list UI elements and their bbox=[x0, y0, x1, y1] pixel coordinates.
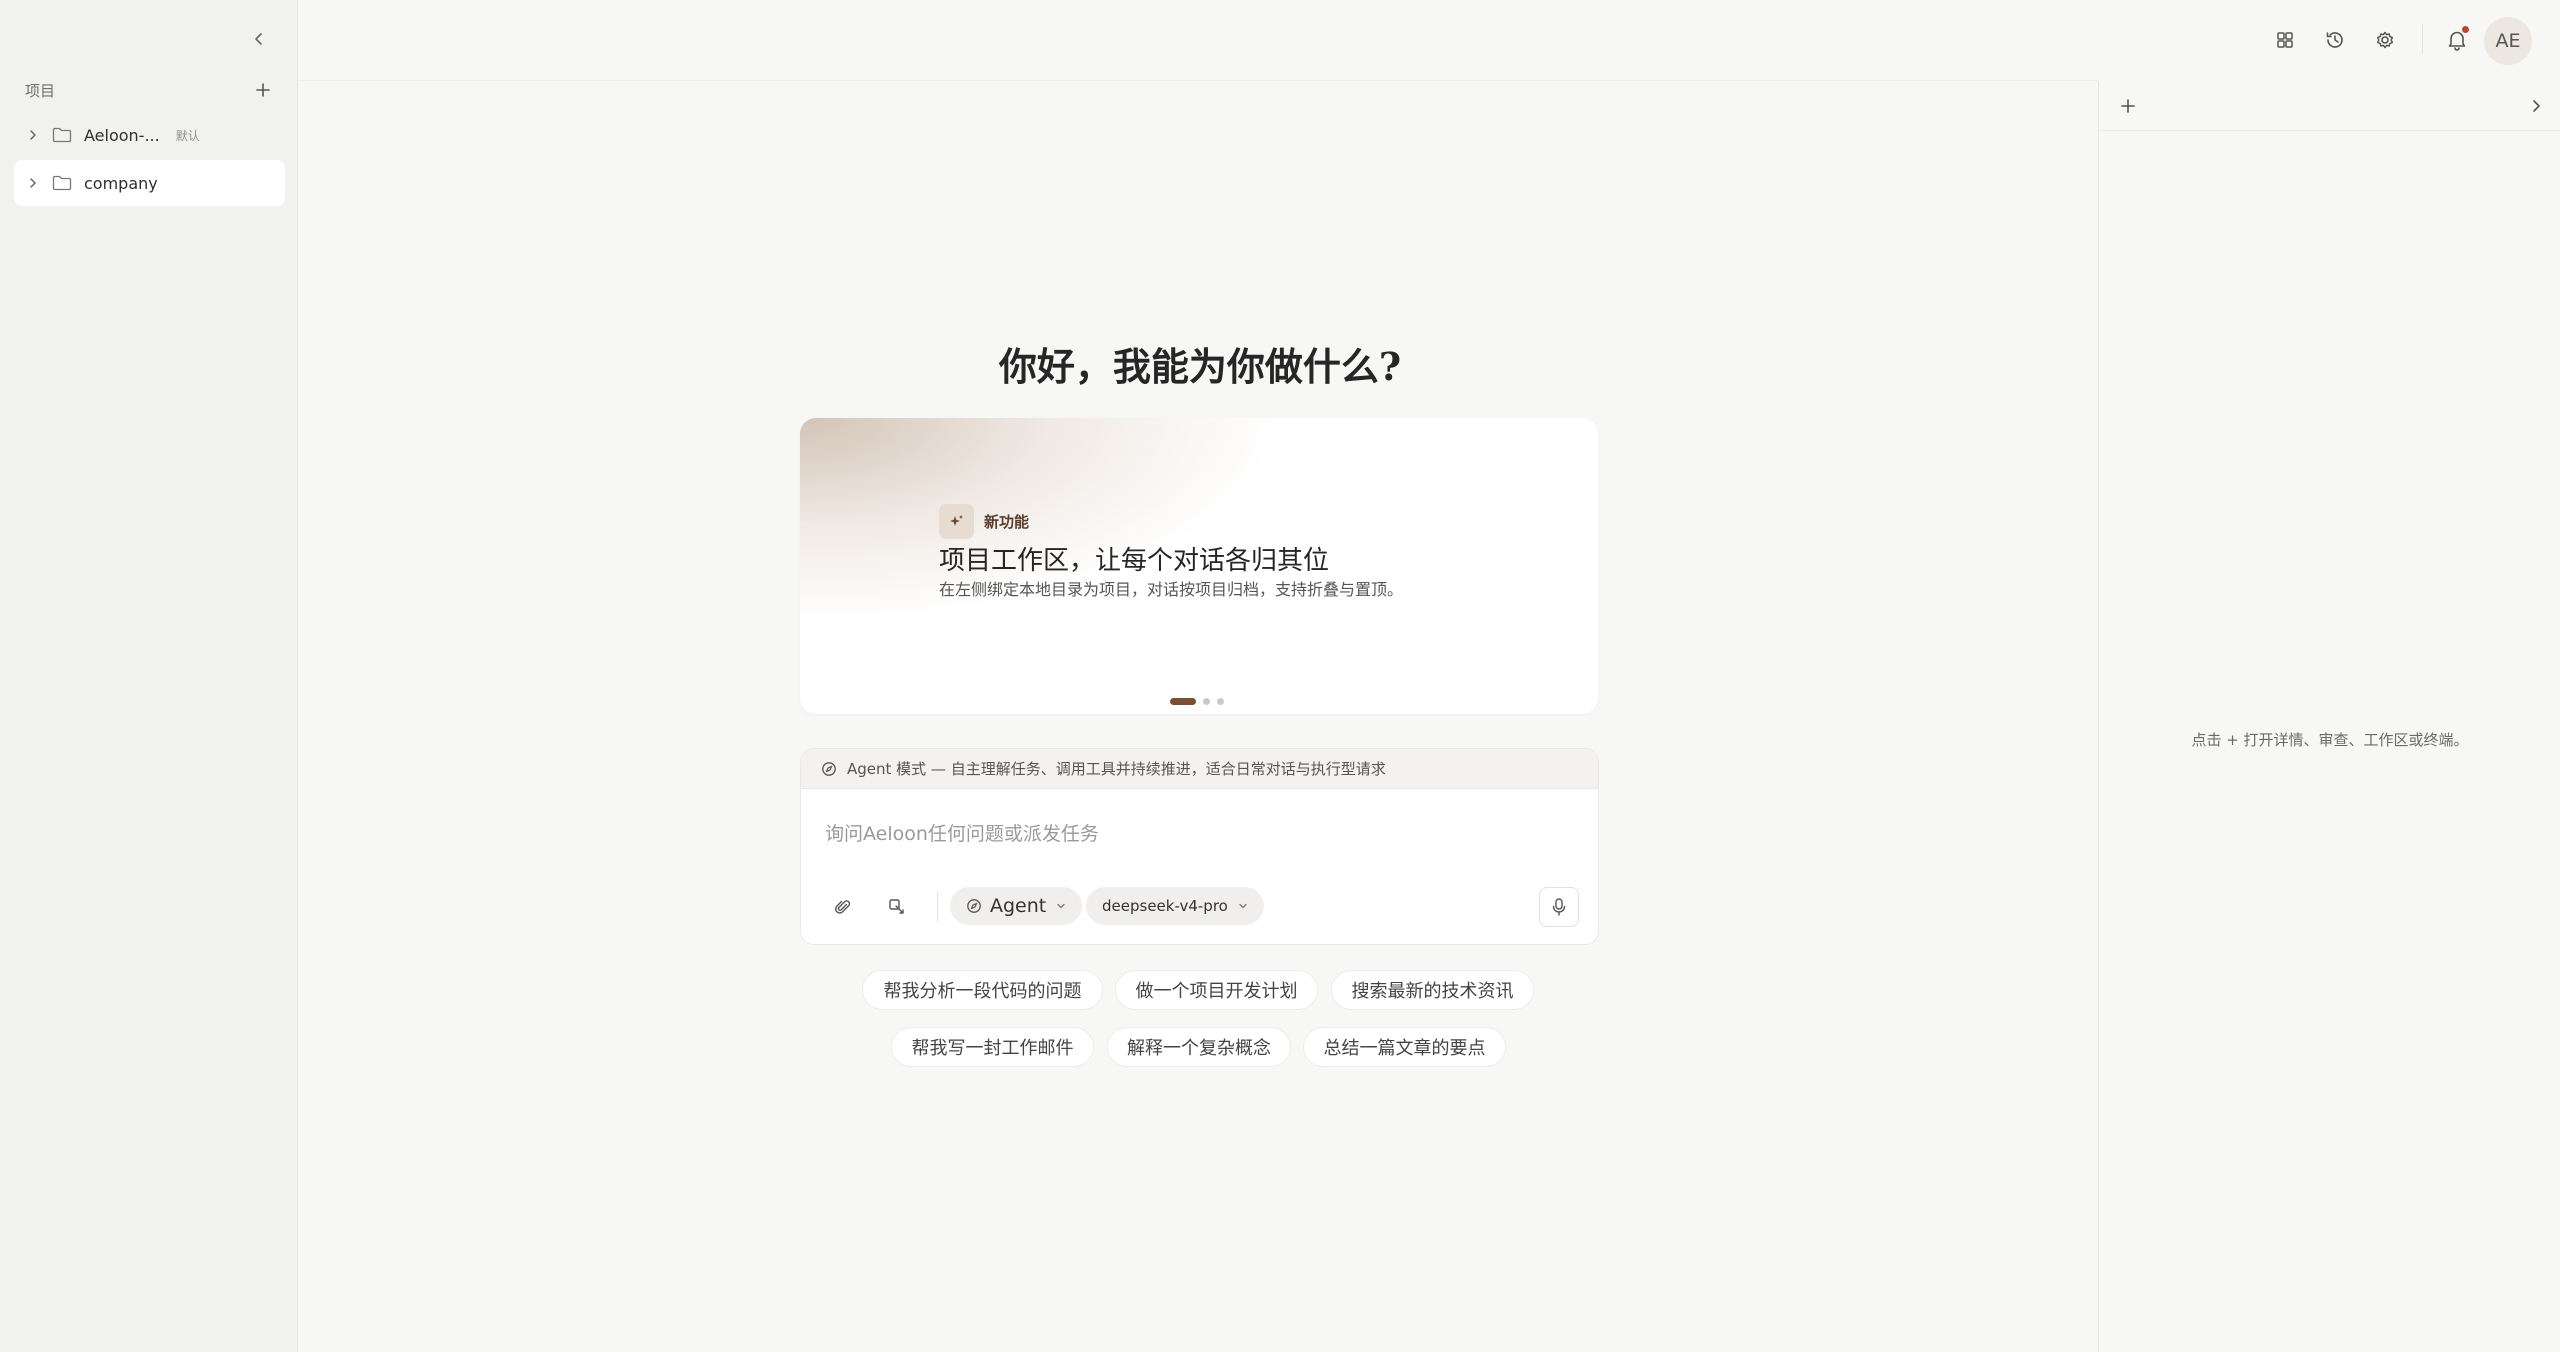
sparkle-icon bbox=[939, 504, 974, 539]
badge-label: 新功能 bbox=[984, 513, 1030, 531]
plus-icon bbox=[256, 83, 270, 97]
chat-composer: Agent 模式 — 自主理解任务、调用工具并持续推进，适合日常对话与执行型请求… bbox=[800, 748, 1599, 945]
suggestion-chip[interactable]: 帮我写一封工作邮件 bbox=[891, 1027, 1094, 1067]
mode-selector[interactable]: Agent bbox=[950, 887, 1083, 925]
settings-icon bbox=[2376, 31, 2394, 49]
chevron-right-icon bbox=[30, 130, 36, 140]
topbar-divider bbox=[299, 80, 2098, 81]
chevron-left-icon bbox=[255, 33, 262, 45]
chevron-down-icon bbox=[1239, 903, 1247, 909]
suggestion-chip[interactable]: 做一个项目开发计划 bbox=[1115, 970, 1318, 1010]
mode-hint-bar: Agent 模式 — 自主理解任务、调用工具并持续推进，适合日常对话与执行型请求 bbox=[801, 749, 1598, 789]
user-avatar[interactable]: AE bbox=[2484, 17, 2532, 65]
history-button[interactable] bbox=[2319, 24, 2351, 56]
toolbar-separator bbox=[937, 892, 938, 922]
banner-description: 在左侧绑定本地目录为项目，对话按项目归档，支持折叠与置顶。 bbox=[939, 580, 1404, 599]
add-project-button[interactable] bbox=[251, 78, 275, 102]
compass-icon bbox=[967, 899, 981, 913]
plus-icon bbox=[2121, 99, 2135, 113]
folder-icon bbox=[52, 127, 72, 143]
voice-input-button[interactable] bbox=[1539, 887, 1579, 927]
right-panel-hint: 点击 + 打开详情、审查、工作区或终端。 bbox=[2191, 731, 2469, 749]
project-name: Aeloon-... bbox=[84, 125, 160, 145]
layout-grid-icon bbox=[2277, 32, 2293, 48]
right-panel: 点击 + 打开详情、审查、工作区或终端。 bbox=[2098, 81, 2560, 1352]
carousel-dots bbox=[1170, 698, 1224, 705]
compass-icon bbox=[822, 761, 836, 776]
tool-icon bbox=[889, 899, 904, 914]
settings-button[interactable] bbox=[2369, 24, 2401, 56]
suggestion-chip[interactable]: 帮我分析一段代码的问题 bbox=[862, 970, 1103, 1010]
carousel-dot-1[interactable] bbox=[1170, 698, 1196, 705]
default-badge: 默认 bbox=[175, 128, 200, 143]
paperclip-icon bbox=[835, 900, 851, 914]
chevron-down-icon bbox=[1057, 903, 1065, 909]
model-selector[interactable]: deepseek-v4-pro bbox=[1086, 887, 1264, 925]
suggestion-chip[interactable]: 搜索最新的技术资讯 bbox=[1331, 970, 1534, 1010]
suggestion-chip[interactable]: 解释一个复杂概念 bbox=[1107, 1027, 1291, 1067]
layout-grid-button[interactable] bbox=[2269, 24, 2301, 56]
model-label: deepseek-v4-pro bbox=[1102, 897, 1228, 915]
history-icon bbox=[2326, 32, 2343, 48]
banner-title: 项目工作区，让每个对话各归其位 bbox=[939, 546, 1330, 576]
carousel-dot-3[interactable] bbox=[1217, 698, 1224, 705]
feature-banner: 新功能 项目工作区，让每个对话各归其位 在左侧绑定本地目录为项目，对话按项目归档… bbox=[800, 418, 1598, 714]
folder-icon bbox=[52, 175, 72, 191]
open-panel-button[interactable] bbox=[2115, 93, 2141, 119]
tools-button[interactable] bbox=[879, 889, 915, 925]
mode-hint-text: Agent 模式 — 自主理解任务、调用工具并持续推进，适合日常对话与执行型请求 bbox=[847, 760, 1386, 778]
carousel-dot-2[interactable] bbox=[1203, 698, 1210, 705]
projects-label: 项目 bbox=[25, 81, 56, 100]
microphone-icon bbox=[1552, 898, 1566, 916]
chevron-right-icon bbox=[2533, 100, 2540, 112]
notification-dot bbox=[2461, 25, 2470, 34]
project-item-aeloon[interactable]: Aeloon-... 默认 bbox=[14, 112, 285, 158]
new-feature-badge: 新功能 bbox=[939, 504, 1029, 539]
suggestion-chip[interactable]: 总结一篇文章的要点 bbox=[1303, 1027, 1506, 1067]
collapse-right-panel-button[interactable] bbox=[2523, 93, 2549, 119]
mode-label: Agent bbox=[990, 895, 1047, 917]
right-panel-toolbar bbox=[2099, 81, 2560, 131]
project-item-company[interactable]: company bbox=[14, 160, 285, 206]
projects-header: 项目 bbox=[25, 80, 275, 100]
chat-input[interactable] bbox=[825, 819, 1565, 849]
greeting-title: 你好，我能为你做什么? bbox=[998, 344, 1402, 389]
topbar-separator bbox=[2422, 24, 2423, 54]
chevron-right-icon bbox=[30, 178, 36, 188]
collapse-sidebar-button[interactable] bbox=[246, 26, 272, 52]
attach-button[interactable] bbox=[825, 889, 861, 925]
sidebar: 项目 Aeloon-... 默认 company bbox=[0, 0, 298, 1352]
project-name: company bbox=[84, 173, 158, 193]
notifications-button[interactable] bbox=[2441, 24, 2473, 56]
